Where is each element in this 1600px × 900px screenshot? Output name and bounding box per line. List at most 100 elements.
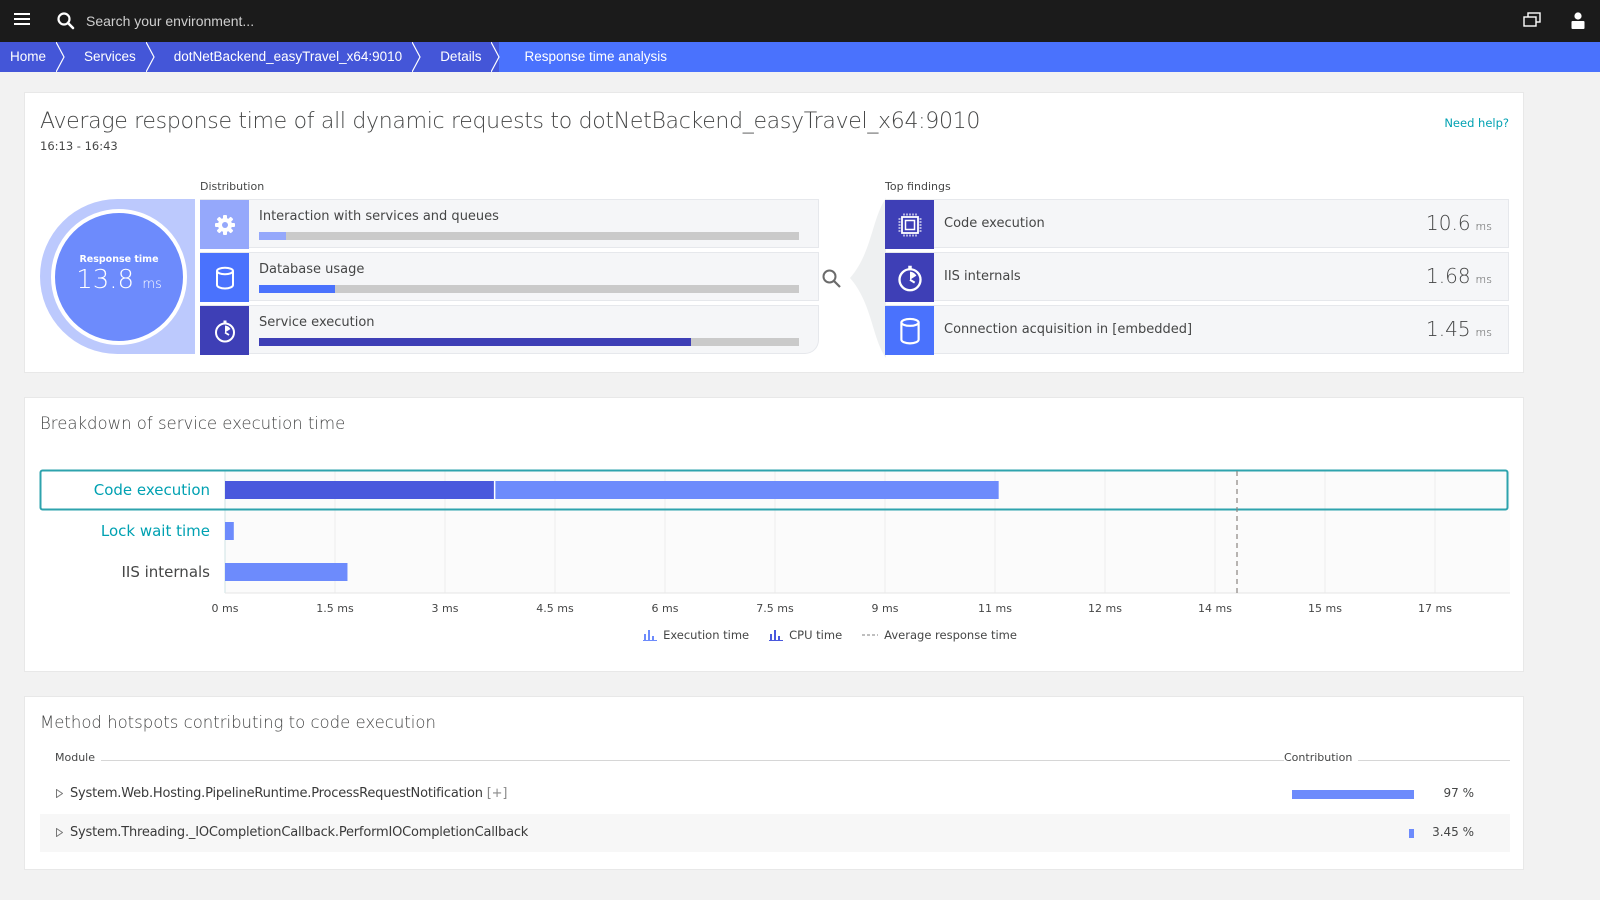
distribution-icon-box — [200, 200, 249, 249]
x-tick-label: 17 ms — [1418, 602, 1452, 615]
distribution-label: Distribution — [200, 180, 265, 193]
breadcrumb: Home Services dotNetBackend_easyTravel_x… — [0, 42, 1600, 72]
response-time-circle[interactable]: Response time 13.8 ms — [51, 209, 187, 345]
page-title: Average response time of all dynamic req… — [40, 109, 981, 134]
finding-icon-box — [885, 253, 934, 302]
distribution-bar-fill — [259, 232, 286, 240]
hotspot-row[interactable]: System.Web.Hosting.PipelineRuntime.Proce… — [40, 775, 1510, 813]
distribution-bar-track — [259, 338, 799, 346]
x-tick-label: 7.5 ms — [756, 602, 794, 615]
breadcrumb-label: Home — [10, 49, 47, 64]
breadcrumb-separator — [145, 42, 155, 72]
finding-name: IIS internals — [944, 269, 1021, 284]
top-findings-label: Top findings — [885, 180, 951, 193]
distribution-bar-track — [259, 232, 799, 240]
legend-execution-time[interactable]: Execution time — [643, 628, 749, 642]
expand-caret-icon[interactable] — [56, 789, 63, 798]
distribution-icon-box — [200, 253, 249, 302]
x-tick-label: 0 ms — [212, 602, 239, 615]
finding-icon-box — [885, 306, 934, 355]
distribution-row-service-execution[interactable]: Service execution — [200, 305, 819, 355]
breadcrumb-label: Services — [84, 49, 136, 64]
legend-cpu-time[interactable]: CPU time — [769, 628, 842, 642]
expand-caret-icon[interactable] — [56, 828, 63, 837]
legend-label: Average response time — [884, 628, 1017, 642]
finding-value: 10.6 ms — [1426, 211, 1492, 235]
expand-plus[interactable]: [+] — [487, 786, 508, 801]
finding-row-code-execution[interactable]: Code execution 10.6 ms — [885, 199, 1509, 249]
response-time-overview-card: Average response time of all dynamic req… — [24, 92, 1524, 373]
breadcrumb-service[interactable]: dotNetBackend_easyTravel_x64:9010 — [153, 42, 421, 72]
search-input[interactable] — [86, 10, 586, 32]
timeframe: 16:13 - 16:43 — [40, 139, 118, 153]
distribution-icon-box — [200, 306, 249, 355]
breadcrumb-details[interactable]: Details — [420, 42, 501, 72]
finding-row-iis-internals[interactable]: IIS internals 1.68 ms — [885, 252, 1509, 302]
contribution-bar — [1408, 829, 1414, 838]
distribution-name: Database usage — [259, 262, 365, 277]
contribution-bar — [1291, 790, 1414, 799]
x-tick-label: 14 ms — [1198, 602, 1232, 615]
chat-windows-icon[interactable] — [1523, 12, 1541, 28]
contribution-value: 97 % — [1443, 786, 1475, 800]
distribution-bar-fill — [259, 338, 691, 346]
breadcrumb-separator — [491, 42, 501, 72]
breadcrumb-label: Response time analysis — [524, 49, 668, 64]
bar-chart-icon — [769, 630, 784, 641]
legend-label: Execution time — [663, 628, 750, 642]
category-label[interactable]: Lock wait time — [101, 522, 210, 540]
column-header-contribution[interactable]: Contribution — [1284, 751, 1359, 764]
x-tick-label: 4.5 ms — [536, 602, 574, 615]
stopwatch-icon — [897, 265, 922, 291]
bar-cpu-time[interactable] — [225, 481, 495, 499]
dashed-line-icon — [862, 634, 879, 636]
response-time-value: 13.8 ms — [76, 265, 162, 295]
x-tick-label: 12 ms — [1088, 602, 1122, 615]
finding-row-connection-acquisition[interactable]: Connection acquisition in [embedded] 1.4… — [885, 305, 1509, 355]
distribution-name: Service execution — [259, 315, 375, 330]
gear-icon — [214, 214, 235, 235]
menu-icon[interactable] — [14, 13, 30, 27]
x-tick-label: 9 ms — [872, 602, 899, 615]
distribution-bar-fill — [259, 285, 335, 293]
response-time-label: Response time — [79, 254, 159, 265]
stopwatch-icon — [214, 320, 235, 342]
distribution-bar-track — [259, 285, 799, 293]
breadcrumb-home[interactable]: Home — [0, 42, 65, 72]
distribution-row-interaction[interactable]: Interaction with services and queues — [200, 199, 819, 249]
x-tick-label: 11 ms — [978, 602, 1012, 615]
bar-chart-icon — [643, 630, 658, 641]
finding-value: 1.68 ms — [1426, 264, 1492, 288]
x-tick-label: 3 ms — [432, 602, 459, 615]
breadcrumb-separator — [56, 42, 65, 72]
breadcrumb-separator — [412, 42, 421, 72]
breadcrumb-label: Details — [440, 49, 482, 64]
need-help-link[interactable]: Need help? — [1444, 116, 1509, 130]
finding-name: Code execution — [944, 216, 1045, 231]
hotspots-card: Method hotspots contributing to code exe… — [24, 696, 1524, 870]
finding-icon-box — [885, 200, 934, 249]
contribution-bar-track — [1288, 829, 1414, 838]
breadcrumb-label: dotNetBackend_easyTravel_x64:9010 — [173, 49, 403, 64]
column-header-module[interactable]: Module — [55, 751, 101, 764]
hotspot-row[interactable]: System.Threading._IOCompletionCallback.P… — [40, 814, 1510, 852]
legend-average-response-time[interactable]: Average response time — [862, 628, 1017, 642]
finding-name: Connection acquisition in [embedded] — [944, 322, 1193, 337]
top-bar — [0, 0, 1600, 42]
search-icon[interactable] — [56, 11, 76, 31]
breadcrumb-response-time-analysis[interactable]: Response time analysis — [499, 42, 1600, 72]
x-tick-label: 15 ms — [1308, 602, 1342, 615]
hotspot-name: System.Threading._IOCompletionCallback.P… — [70, 825, 529, 840]
x-tick-label: 1.5 ms — [316, 602, 354, 615]
distribution-name: Interaction with services and queues — [259, 209, 499, 224]
breadcrumb-services[interactable]: Services — [64, 42, 155, 72]
x-tick-label: 6 ms — [652, 602, 679, 615]
findings-brace — [850, 198, 886, 358]
hotspots-title: Method hotspots contributing to code exe… — [40, 713, 436, 732]
category-label[interactable]: IIS internals — [121, 563, 210, 581]
category-label[interactable]: Code execution — [94, 481, 210, 499]
user-icon[interactable] — [1571, 12, 1585, 29]
distribution-row-database[interactable]: Database usage — [200, 252, 819, 302]
bar-execution-time[interactable] — [225, 522, 234, 540]
bar-execution-time[interactable] — [225, 563, 348, 581]
